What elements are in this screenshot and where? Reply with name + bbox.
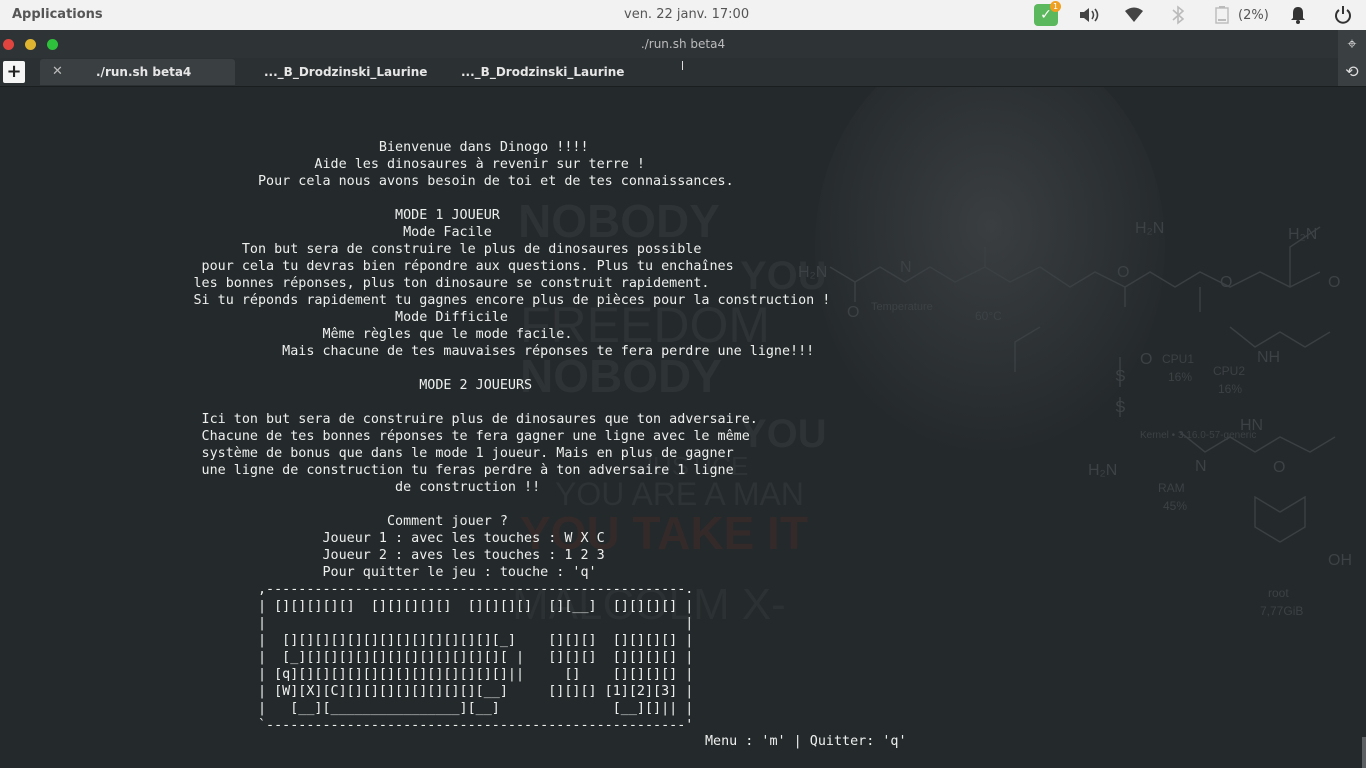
- applications-menu[interactable]: Applications: [12, 7, 103, 22]
- terminal-line: Même règles que le mode facile.: [0, 327, 573, 342]
- battery-percent: (2%): [1238, 7, 1269, 23]
- terminal-view[interactable]: NOBODY YOU FREEDOM NOBODY YOU JUSTICE YO…: [0, 87, 1366, 768]
- update-badge: 1: [1050, 1, 1061, 12]
- terminal-line: de construction !!: [0, 480, 541, 495]
- close-tab-icon[interactable]: ✕: [52, 59, 63, 85]
- terminal-scrollbar[interactable]: [1362, 737, 1366, 768]
- battery-icon[interactable]: [1212, 4, 1232, 26]
- top-panel: Applications ven. 22 janv. 17:00 ✓ 1 (2%…: [0, 0, 1366, 30]
- chem-label: S: [1115, 368, 1126, 385]
- volume-icon[interactable]: [1076, 4, 1102, 26]
- tab-label: ..._B_Drodzinski_Laurine: [264, 65, 428, 79]
- terminal-output: Bienvenue dans Dinogo !!!! Aide les dino…: [0, 139, 830, 734]
- sensor-text: 60°C: [975, 309, 1002, 323]
- crosshair-icon[interactable]: ⌖: [1338, 30, 1366, 58]
- tab-drodzinski-2[interactable]: ..._B_Drodzinski_Laurine: [461, 59, 624, 85]
- sensor-text: root: [1268, 586, 1289, 600]
- terminal-line: Pour cela nous avons besoin de toi et de…: [0, 174, 734, 189]
- chem-label: H₂N: [1288, 226, 1317, 243]
- terminal-line: | [][][][][][][][][][][][][][_] [][][] […: [0, 633, 694, 648]
- terminal-line: ,---------------------------------------…: [0, 582, 694, 597]
- terminal-line: Joueur 2 : aves les touches : 1 2 3: [0, 548, 605, 563]
- chem-label: O: [847, 304, 859, 321]
- panel-clock[interactable]: ven. 22 janv. 17:00: [624, 7, 749, 22]
- terminal-line: MODE 1 JOUEUR: [0, 208, 500, 223]
- history-icon[interactable]: ⟲: [1338, 58, 1366, 86]
- terminal-line: pour cela tu devras bien répondre aux qu…: [0, 259, 734, 274]
- terminal-line: Joueur 1 : avec les touches : W X C: [0, 531, 605, 546]
- new-tab-button[interactable]: +: [3, 61, 25, 83]
- sensor-text: CPU1: [1162, 352, 1194, 366]
- terminal-line: Bienvenue dans Dinogo !!!!: [0, 140, 589, 155]
- terminal-line: Si tu réponds rapidement tu gagnes encor…: [0, 293, 831, 308]
- chem-label: H₂N: [1135, 220, 1164, 237]
- terminal-line: | [q][][][][][][][][][][][][][]|| [] [][…: [0, 667, 694, 682]
- tab-bar: + ✕ ./run.sh beta4 ..._B_Drodzinski_Laur…: [0, 58, 1366, 87]
- chem-label: H₂N: [1088, 462, 1117, 479]
- sensor-text: Temperature: [871, 301, 933, 313]
- terminal-line: Mode Facile: [0, 225, 492, 240]
- terminal-line: | |: [0, 616, 694, 631]
- window-title: ./run.sh beta4: [640, 37, 726, 51]
- sensor-text: RAM: [1158, 481, 1185, 495]
- terminal-line: Mode Difficile: [0, 310, 508, 325]
- sensor-text: Kernel • 3.16.0-57-generic: [1140, 430, 1256, 441]
- terminal-line: Ici ton but sera de construire plus de d…: [0, 412, 758, 427]
- power-icon[interactable]: [1331, 4, 1355, 26]
- terminal-line: une ligne de construction tu feras perdr…: [0, 463, 734, 478]
- bluetooth-icon[interactable]: [1167, 4, 1189, 26]
- terminal-line: Comment jouer ?: [0, 514, 508, 529]
- notification-bell-icon[interactable]: [1287, 4, 1309, 26]
- terminal-line: `---------------------------------------…: [0, 718, 694, 733]
- window-titlebar[interactable]: ./run.sh beta4 ⌖: [0, 30, 1366, 58]
- chem-label: N: [1195, 458, 1207, 475]
- sensor-text: 16%: [1168, 370, 1192, 384]
- terminal-line: | [_][][][][][][][][][][][][][ | [][][] …: [0, 650, 694, 665]
- chem-label: O: [1328, 274, 1340, 291]
- chem-label: O: [1140, 351, 1152, 368]
- chem-label: HN: [1240, 417, 1263, 434]
- terminal-line: | [][][][][] [][][][][] [][][][] [][__] …: [0, 599, 694, 614]
- sensor-text: 16%: [1218, 382, 1242, 396]
- chem-label: O: [1117, 264, 1129, 281]
- terminal-line: Chacune de tes bonnes réponses te fera g…: [0, 429, 750, 444]
- text-cursor: [682, 61, 683, 70]
- sensor-text: 7,77GiB: [1260, 604, 1303, 618]
- terminal-line: Ton but sera de construire le plus de di…: [0, 242, 702, 257]
- terminal-line: | [__][________________][__] [__][]|| |: [0, 701, 694, 716]
- terminal-line: Mais chacune de tes mauvaises réponses t…: [0, 344, 815, 359]
- terminal-line: les bonnes réponses, plus ton dinosaure …: [0, 276, 710, 291]
- chem-label: NH: [1257, 349, 1280, 366]
- tab-label: ./run.sh beta4: [96, 65, 192, 79]
- terminal-line: Aide les dinosaures à revenir sur terre …: [0, 157, 645, 172]
- terminal-line: | [W][X][C][][][][][][][][][__] [][][] […: [0, 684, 694, 699]
- terminal-line: système de bonus que dans le mode 1 joue…: [0, 446, 734, 461]
- chem-label: OH: [1328, 552, 1352, 569]
- chem-label: O: [1273, 459, 1285, 476]
- chem-label: O: [1220, 274, 1232, 291]
- mask-face-shape: [815, 87, 1165, 457]
- terminal-line: Pour quitter le jeu : touche : 'q': [0, 565, 597, 580]
- terminal-line: MODE 2 JOUEURS: [0, 378, 533, 393]
- chem-label: N: [900, 259, 912, 276]
- tab-drodzinski-1[interactable]: ..._B_Drodzinski_Laurine: [264, 59, 427, 85]
- chem-label: S: [1115, 399, 1126, 416]
- sensor-text: CPU2: [1213, 364, 1245, 378]
- update-icon[interactable]: ✓ 1: [1034, 1, 1061, 26]
- tab-run-sh[interactable]: ✕ ./run.sh beta4: [40, 59, 235, 85]
- wifi-icon[interactable]: [1122, 4, 1146, 26]
- terminal-footer-hint: Menu : 'm' | Quitter: 'q': [705, 734, 907, 749]
- tab-label: ..._B_Drodzinski_Laurine: [461, 65, 625, 79]
- sensor-text: 45%: [1163, 499, 1187, 513]
